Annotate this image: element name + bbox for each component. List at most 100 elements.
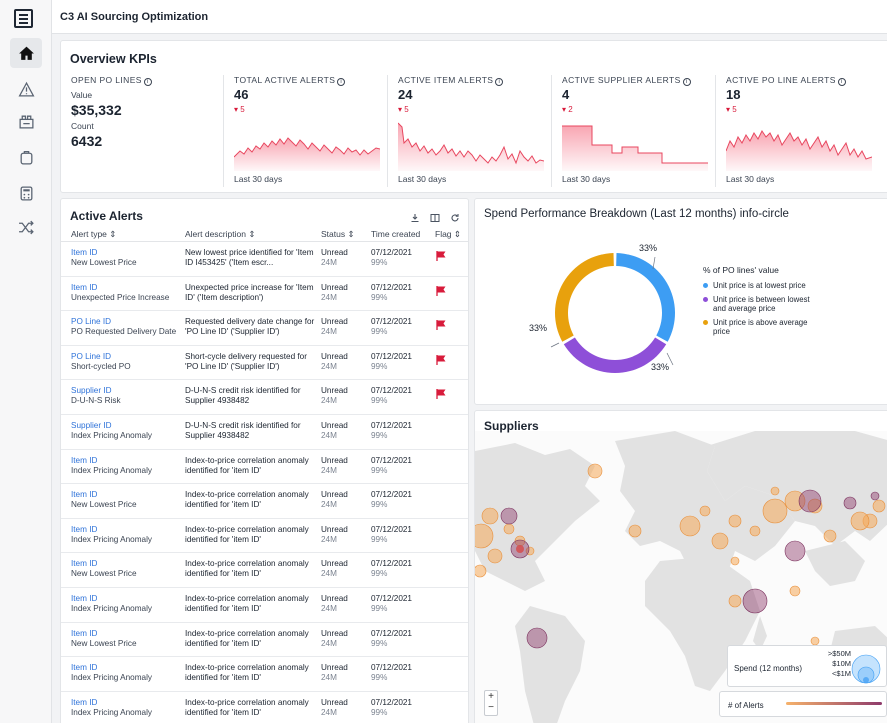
table-row[interactable]: Item ID Index Pricing Anomaly Index-to-pri… — [61, 657, 468, 692]
refresh-icon[interactable] — [449, 212, 460, 223]
alert-type: New Lowest Price — [71, 569, 137, 579]
kpi-sparkline — [562, 125, 708, 171]
alert-id-link[interactable]: Item ID — [71, 629, 183, 639]
zoom-controls[interactable]: + − — [484, 690, 498, 716]
donut-leader-line — [550, 342, 560, 348]
alert-time: 07/12/2021 — [371, 524, 412, 534]
table-row[interactable]: Item ID Index Pricing Anomaly Index-to-pri… — [61, 519, 468, 554]
alert-id-link[interactable]: Item ID — [71, 490, 183, 500]
alert-id-link[interactable]: Item ID — [71, 698, 183, 708]
alert-time: 07/12/2021 — [371, 386, 412, 396]
download-icon[interactable] — [409, 212, 420, 223]
donut-slice[interactable] — [555, 253, 614, 342]
alert-status-sub: 24M — [321, 673, 337, 683]
table-row[interactable]: Supplier ID Index Pricing Anomaly D-U-N-S … — [61, 415, 468, 450]
table-row[interactable]: Item ID New Lowest Price New lowest price … — [61, 242, 468, 277]
alert-time-cell: 07/12/2021 99% — [371, 386, 412, 406]
alert-id-link[interactable]: Item ID — [71, 559, 183, 569]
table-row[interactable]: Item ID New Lowest Price Index-to-price co… — [61, 484, 468, 519]
col-alert-description[interactable]: Alert description ⇕ — [185, 229, 255, 240]
table-row[interactable]: PO Line ID Short-cycled PO Short-cycle del… — [61, 346, 468, 381]
info-icon[interactable]: i — [682, 78, 691, 86]
sidebar-item-suppliers[interactable] — [10, 106, 42, 136]
table-row[interactable]: Item ID Unexpected Price Increase Unexpect… — [61, 277, 468, 312]
alert-status-sub: 24M — [321, 396, 337, 406]
alert-status-sub: 24M — [321, 327, 337, 337]
info-icon[interactable]: i — [837, 78, 846, 86]
alert-status-cell: Unread 24M — [321, 456, 348, 476]
alert-id-link[interactable]: PO Line ID — [71, 352, 183, 362]
table-row[interactable]: Item ID New Lowest Price Index-to-price co… — [61, 623, 468, 658]
box-icon — [20, 150, 32, 165]
flag-icon[interactable] — [436, 388, 447, 400]
kpi-value-label: Value — [71, 90, 93, 100]
table-row[interactable]: Item ID Index Pricing Anomaly Index-to-pri… — [61, 450, 468, 485]
alert-status-sub: 24M — [321, 258, 337, 267]
table-row[interactable]: Item ID Index Pricing Anomaly Index-to-pri… — [61, 692, 468, 723]
donut-label-between: 33% — [651, 362, 670, 372]
flag-icon[interactable] — [436, 285, 447, 297]
donut-slice[interactable] — [616, 253, 675, 342]
info-icon[interactable]: i — [495, 78, 504, 86]
col-time-created[interactable]: Time created — [371, 229, 420, 239]
alert-time-sub: 99% — [371, 465, 388, 475]
alert-time: 07/12/2021 — [371, 317, 412, 327]
alert-type: Index Pricing Anomaly — [71, 673, 153, 683]
alert-type: Index Pricing Anomaly — [71, 465, 153, 475]
sidebar-item-items[interactable] — [10, 142, 42, 172]
sidebar — [0, 0, 52, 723]
table-row[interactable]: Supplier ID D-U-N-S Risk D-U-N-S credit ri… — [61, 380, 468, 415]
alert-id-link[interactable]: PO Line ID — [71, 317, 183, 327]
sidebar-item-shuffle[interactable] — [10, 212, 42, 242]
alert-time-sub: 99% — [371, 327, 388, 337]
sidebar-item-alerts[interactable] — [10, 74, 42, 104]
sidebar-item-home[interactable] — [10, 38, 42, 68]
alert-time-sub: 99% — [371, 361, 388, 371]
alert-id-link[interactable]: Supplier ID — [71, 386, 183, 396]
table-row[interactable]: Item ID New Lowest Price Index-to-price co… — [61, 553, 468, 588]
col-status[interactable]: Status ⇕ — [321, 229, 355, 240]
alert-status: Unread — [321, 282, 348, 292]
alert-type: PO Requested Delivery Date — [71, 327, 177, 337]
alert-id-link[interactable]: Supplier ID — [71, 421, 183, 431]
alert-id-link[interactable]: Item ID — [71, 525, 183, 535]
zoom-out-icon[interactable]: − — [485, 702, 497, 713]
alert-status-cell: Unread 24M — [321, 629, 348, 649]
alert-id-link[interactable]: Item ID — [71, 283, 183, 293]
kpi-footer: Last 30 days — [726, 174, 775, 184]
table-row[interactable]: Item ID Index Pricing Anomaly Index-to-pri… — [61, 588, 468, 623]
alert-time: 07/12/2021 — [371, 351, 412, 361]
alert-description: Unexpected price increase for 'Item ID' … — [185, 282, 314, 302]
alert-time-sub: 99% — [371, 707, 388, 717]
alert-time: 07/12/2021 — [371, 455, 412, 465]
app-logo-icon[interactable] — [14, 9, 33, 28]
info-icon[interactable]: i — [337, 78, 346, 86]
alert-time-cell: 07/12/2021 99% — [371, 525, 412, 545]
table-row[interactable]: PO Line ID PO Requested Delivery Date Requ… — [61, 311, 468, 346]
alert-id-link[interactable]: Item ID — [71, 594, 183, 604]
legend-item-label: Unit price is above average price — [713, 318, 808, 336]
shuffle-icon — [18, 220, 34, 234]
col-alert-type[interactable]: Alert type ⇕ — [71, 229, 116, 240]
kpi-delta: 5 — [732, 105, 737, 114]
zoom-in-icon[interactable]: + — [485, 691, 497, 702]
alert-description: Index-to-price correlation anomaly ident… — [185, 524, 309, 544]
alert-id-link[interactable]: Item ID — [71, 456, 183, 466]
alert-time-sub: 99% — [371, 534, 388, 544]
col-flag[interactable]: Flag ⇕ — [435, 229, 461, 240]
sidebar-item-calculator[interactable] — [10, 178, 42, 208]
columns-icon[interactable] — [429, 212, 440, 223]
alerts-gradient-bar — [786, 702, 882, 705]
flag-icon[interactable] — [436, 319, 447, 331]
alert-status-cell: Unread 24M — [321, 248, 348, 268]
alert-id-link[interactable]: Item ID — [71, 248, 183, 258]
flag-icon[interactable] — [436, 250, 447, 262]
alert-id-link[interactable]: Item ID — [71, 663, 183, 673]
alert-time-sub: 99% — [371, 396, 388, 406]
alert-time-sub: 99% — [371, 258, 388, 267]
alert-status: Unread — [321, 317, 348, 327]
flag-icon[interactable] — [436, 354, 447, 366]
info-icon[interactable]: i — [143, 78, 152, 86]
alert-status: Unread — [321, 386, 348, 396]
alert-time: 07/12/2021 — [371, 282, 412, 292]
